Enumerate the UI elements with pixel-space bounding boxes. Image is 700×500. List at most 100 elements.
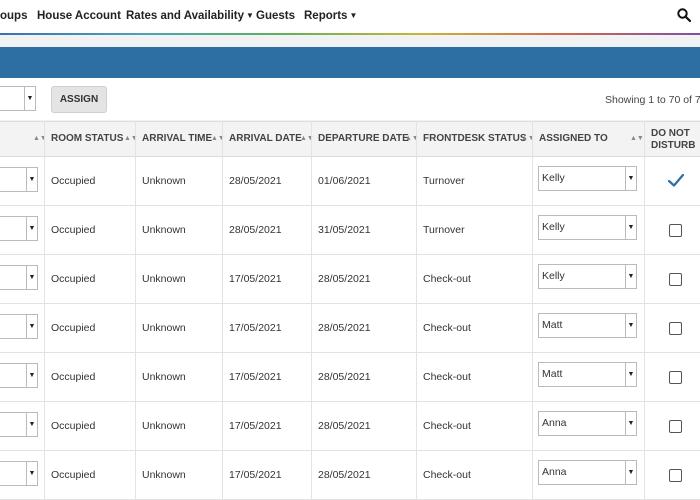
assigned-to-select[interactable]: Kelly ▼ [538,215,637,240]
chevron-down-icon: ▼ [26,364,37,387]
arrival-time-cell: Unknown [142,273,186,285]
room-select[interactable]: ▼ [0,363,38,388]
chevron-down-icon: ▼ [26,462,37,485]
departure-date-cell: 28/05/2021 [318,322,371,334]
column-header-label: ARRIVAL DATE [229,133,302,144]
column-header-arrival-time[interactable]: ARRIVAL TIME ▲▼ [142,122,225,156]
table-row: ▼ Occupied Unknown 28/05/2021 31/05/2021… [0,206,700,255]
do-not-disturb-checkbox[interactable] [669,371,682,384]
assigned-to-value: Anna [542,466,567,478]
nav-item-guests[interactable]: Guests [256,10,295,22]
frontdesk-status-cell: Check-out [423,273,471,285]
do-not-disturb-checkbox[interactable] [669,322,682,335]
arrival-time-cell: Unknown [142,420,186,432]
assigned-to-select[interactable]: Anna ▼ [538,411,637,436]
table-row: ▼ Occupied Unknown 17/05/2021 28/05/2021… [0,402,700,451]
room-select[interactable]: ▼ [0,314,38,339]
assigned-to-value: Kelly [542,221,565,233]
nav-item-rates-availability[interactable]: Rates and Availability ▼ [126,10,254,22]
arrival-date-cell: 17/05/2021 [229,322,282,334]
arrival-date-cell: 28/05/2021 [229,224,282,236]
room-select[interactable]: ▼ [0,265,38,290]
arrival-date-cell: 17/05/2021 [229,371,282,383]
column-divider [416,121,417,500]
room-status-cell: Occupied [51,371,96,383]
column-divider [532,121,533,500]
nav-item-reports[interactable]: Reports ▼ [304,10,357,22]
bulk-action-select[interactable]: ▼ [0,86,36,111]
frontdesk-status-cell: Check-out [423,322,471,334]
room-status-cell: Occupied [51,273,96,285]
do-not-disturb-checkbox[interactable] [669,224,682,237]
column-header-label: DISTURB [651,140,696,151]
assigned-to-select[interactable]: Kelly ▼ [538,264,637,289]
column-header-label: FRONTDESK STATUS [423,133,527,144]
column-header-room-status[interactable]: ROOM STATUS ▲▼ [51,122,138,156]
arrival-time-cell: Unknown [142,322,186,334]
assigned-to-select[interactable]: Matt ▼ [538,313,637,338]
assigned-to-select[interactable]: Kelly ▼ [538,166,637,191]
assigned-to-value: Matt [542,368,563,380]
column-divider [311,121,312,500]
nav-accent-stripe [0,33,700,35]
chevron-down-icon: ▼ [26,315,37,338]
nav-item-house-account[interactable]: House Account [37,10,121,22]
column-header-departure-date[interactable]: DEPARTURE DATE ▲▼ [318,122,419,156]
column-divider [222,121,223,500]
room-status-cell: Occupied [51,469,96,481]
departure-date-cell: 28/05/2021 [318,273,371,285]
assign-button[interactable]: ASSIGN [51,86,107,113]
table-header: ▲▼ ROOM STATUS ▲▼ ARRIVAL TIME ▲▼ ARRIVA… [0,121,700,157]
chevron-down-icon: ▼ [625,167,636,190]
table-row: ▼ Occupied Unknown 17/05/2021 28/05/2021… [0,451,700,500]
nav-item-groups[interactable]: oups [0,10,27,22]
arrival-time-cell: Unknown [142,469,186,481]
chevron-down-icon: ▼ [26,266,37,289]
pagination-summary: Showing 1 to 70 of 70 [605,94,700,106]
room-status-cell: Occupied [51,420,96,432]
room-select[interactable]: ▼ [0,461,38,486]
table-row: ▼ Occupied Unknown 17/05/2021 28/05/2021… [0,304,700,353]
chevron-down-icon: ▼ [625,216,636,239]
do-not-disturb-checkbox[interactable] [669,469,682,482]
chevron-down-icon: ▼ [625,363,636,386]
assigned-to-select[interactable]: Anna ▼ [538,460,637,485]
column-header-do-not-disturb[interactable]: DO NOT DISTURB [651,122,700,156]
chevron-down-icon: ▼ [625,314,636,337]
column-header-frontdesk-status[interactable]: FRONTDESK STATUS ▲▼ [423,122,535,156]
chevron-down-icon: ▼ [246,11,254,20]
departure-date-cell: 28/05/2021 [318,469,371,481]
departure-date-cell: 31/05/2021 [318,224,371,236]
arrival-time-cell: Unknown [142,371,186,383]
sort-icon: ▲▼ [630,135,644,142]
room-select[interactable]: ▼ [0,167,38,192]
chevron-down-icon: ▼ [26,168,37,191]
arrival-date-cell: 17/05/2021 [229,273,282,285]
column-divider [44,121,45,500]
nav-label-reports: Reports [304,10,348,22]
column-header-arrival-date[interactable]: ARRIVAL DATE ▲▼ [229,122,314,156]
chevron-down-icon: ▼ [625,461,636,484]
nav-label-rates: Rates and Availability [126,10,245,22]
do-not-disturb-checkbox[interactable] [669,273,682,286]
column-header-assigned-to[interactable]: ASSIGNED TO ▲▼ [539,122,644,156]
frontdesk-status-cell: Check-out [423,469,471,481]
departure-date-cell: 28/05/2021 [318,371,371,383]
room-status-cell: Occupied [51,322,96,334]
arrival-date-cell: 28/05/2021 [229,175,282,187]
column-header-select[interactable]: ▲▼ [0,122,47,156]
chevron-down-icon: ▼ [24,87,35,110]
column-header-label: DO NOT [651,128,690,139]
frontdesk-status-cell: Turnover [423,175,465,187]
table-row: ▼ Occupied Unknown 17/05/2021 28/05/2021… [0,353,700,402]
frontdesk-status-cell: Turnover [423,224,465,236]
do-not-disturb-checkbox[interactable] [669,420,682,433]
column-header-label: ROOM STATUS [51,133,124,144]
do-not-disturb-checkmark-icon[interactable] [667,171,685,189]
chevron-down-icon: ▼ [26,217,37,240]
search-icon[interactable] [677,8,691,22]
chevron-down-icon: ▼ [26,413,37,436]
room-select[interactable]: ▼ [0,216,38,241]
room-select[interactable]: ▼ [0,412,38,437]
assigned-to-select[interactable]: Matt ▼ [538,362,637,387]
